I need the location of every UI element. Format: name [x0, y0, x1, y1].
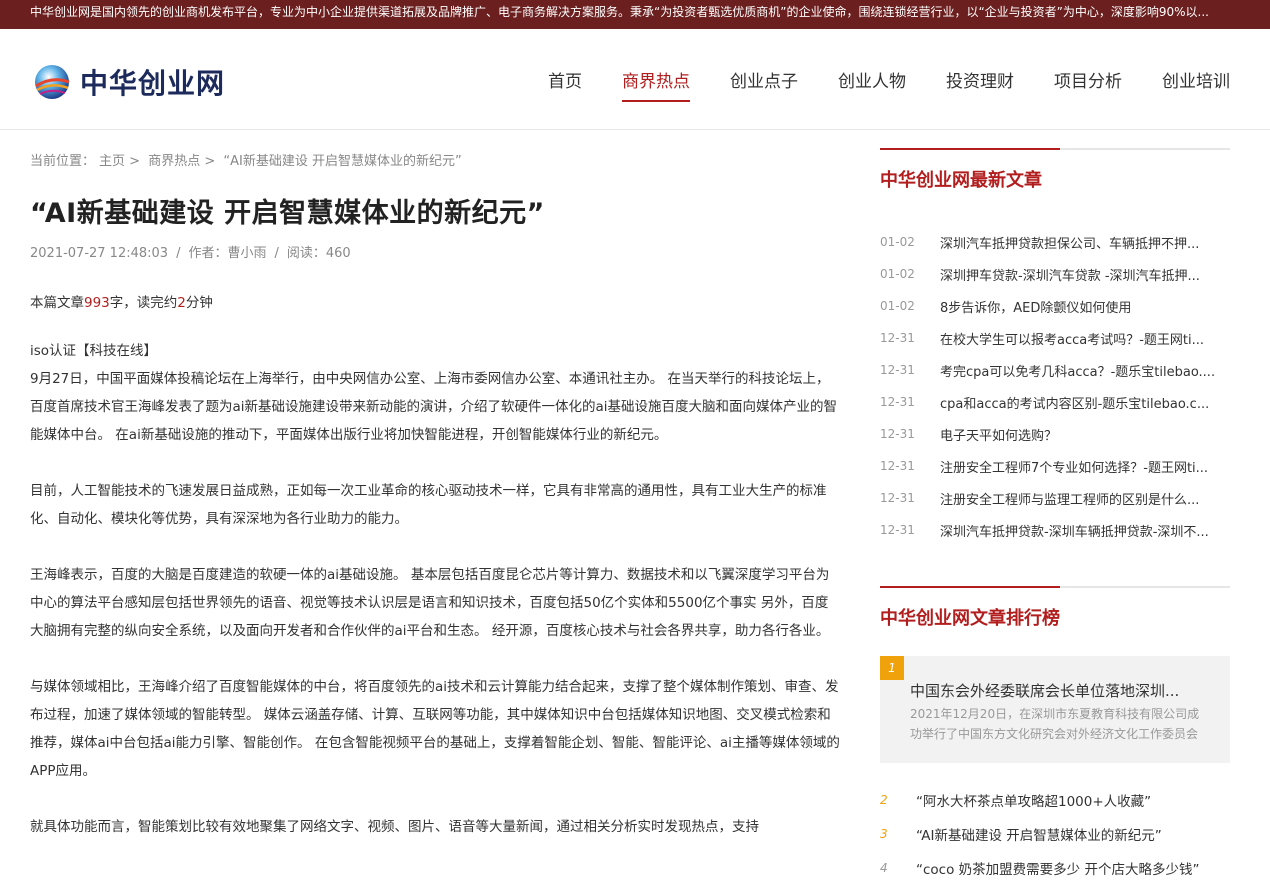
- list-item[interactable]: 12-31 cpa和acca的考试内容区别-题乐宝tilebao.c...: [880, 386, 1230, 418]
- article-reads: 阅读：460: [286, 246, 351, 261]
- article-paragraph: 与媒体领域相比，王海峰介绍了百度智能媒体的中台，将百度领先的ai技术和云计算能力…: [30, 679, 840, 779]
- breadcrumb: 当前位置： 主页 > 商界热点 > “AI新基础建设 开启智慧媒体业的新纪元”: [30, 150, 840, 169]
- item-title-link[interactable]: 考完cpa可以免考几科acca？-题乐宝tilebao....: [940, 361, 1230, 380]
- latest-articles-list: 01-02 深圳汽车抵押贷款担保公司、车辆抵押不押... 01-02 深圳押车贷款-…: [880, 226, 1230, 546]
- item-date: 12-31: [880, 395, 915, 409]
- list-item[interactable]: 12-31 考完cpa可以免考几科acca？-题乐宝tilebao....: [880, 354, 1230, 386]
- nav-item-project-analysis[interactable]: 项目分析: [1054, 67, 1122, 102]
- globe-logo-icon: [32, 62, 72, 102]
- item-date: 01-02: [880, 299, 915, 313]
- rank-section-title: 中华创业网文章排行榜: [880, 608, 1060, 629]
- article-paragraph: 目前，人工智能技术的飞速发展日益成熟，正如每一次工业革命的核心驱动技术一样，它具…: [30, 483, 827, 527]
- breadcrumb-section-link[interactable]: 商界热点: [148, 154, 200, 169]
- source-line: iso认证【科技在线】: [30, 343, 158, 359]
- article-author: 作者：曹小雨: [188, 246, 267, 261]
- rank-item[interactable]: 3 “AI新基础建设 开启智慧媒体业的新纪元”: [880, 817, 1230, 851]
- breadcrumb-separator: >: [200, 154, 220, 169]
- item-title-link[interactable]: 注册安全工程师7个专业如何选择？-题王网ti...: [940, 457, 1230, 476]
- item-title-link[interactable]: 深圳押车贷款-深圳汽车贷款 -深圳汽车抵押...: [940, 265, 1230, 284]
- site-header: 中华创业网 首页 商界热点 创业点子 创业人物 投资理财 项目分析 创业培训: [0, 29, 1270, 130]
- item-title-link[interactable]: 深圳汽车抵押贷款担保公司、车辆抵押不押...: [940, 233, 1230, 252]
- nav-item-home[interactable]: 首页: [548, 67, 582, 102]
- list-item[interactable]: 12-31 注册安全工程师7个专业如何选择？-题王网ti...: [880, 450, 1230, 482]
- list-item[interactable]: 12-31 深圳汽车抵押贷款-深圳车辆抵押贷款-深圳不...: [880, 514, 1230, 546]
- paragraph-text: 9月27日，中国平面媒体投稿论坛在上海举行，由中央网信办公室、上海市委网信办公室…: [30, 371, 838, 443]
- item-title-link[interactable]: 深圳汽车抵押贷款-深圳车辆抵押贷款-深圳不...: [940, 521, 1230, 540]
- latest-section-title: 中华创业网最新文章: [880, 170, 1042, 191]
- item-title-link[interactable]: 在校大学生可以报考acca考试吗？-题王网ti...: [940, 329, 1230, 348]
- site-logo[interactable]: 中华创业网: [32, 62, 225, 102]
- rank-number: 4: [880, 861, 888, 875]
- main-nav: 首页 商界热点 创业点子 创业人物 投资理财 项目分析 创业培训: [508, 67, 1230, 102]
- word-count: 993: [84, 295, 110, 311]
- article-body: iso认证【科技在线】 9月27日，中国平面媒体投稿论坛在上海举行，由中央网信办公…: [30, 337, 840, 841]
- breadcrumb-current: “AI新基础建设 开启智慧媒体业的新纪元”: [223, 154, 462, 169]
- rank-list: 2 “阿水大杯茶点单攻略超1000+人收藏” 3 “AI新基础建设 开启智慧媒体业的…: [880, 783, 1230, 885]
- article-main: 当前位置： 主页 > 商界热点 > “AI新基础建设 开启智慧媒体业的新纪元” “…: [30, 150, 840, 869]
- nav-item-training[interactable]: 创业培训: [1162, 67, 1230, 102]
- rank-title-link[interactable]: “coco 奶茶加盟费需要多少 开个店大略多少钱”: [916, 858, 1230, 878]
- rank-number: 3: [880, 827, 888, 841]
- article-paragraph: iso认证【科技在线】 9月27日，中国平面媒体投稿论坛在上海举行，由中央网信办公…: [30, 337, 840, 449]
- meta-separator: /: [274, 246, 279, 261]
- rank-section-header: 中华创业网文章排行榜: [880, 586, 1230, 630]
- item-date: 12-31: [880, 331, 915, 345]
- article-datetime: 2021-07-27 12:48:03: [30, 246, 169, 261]
- item-title-link[interactable]: 8步告诉你，AED除颤仪如何使用: [940, 297, 1230, 316]
- article-paragraph: 就具体功能而言，智能策划比较有效地聚集了网络文字、视频、图片、语音等大量新闻，通…: [30, 819, 759, 835]
- rank-item[interactable]: 4 “coco 奶茶加盟费需要多少 开个店大略多少钱”: [880, 851, 1230, 885]
- item-date: 12-31: [880, 427, 915, 441]
- nav-item-startup-people[interactable]: 创业人物: [838, 67, 906, 102]
- read-minutes: 2: [177, 295, 186, 311]
- announcement-text: 中华创业网是国内领先的创业商机发布平台，专业为中小企业提供渠道拓展及品牌推广、电…: [30, 5, 1209, 19]
- article-paragraph: 王海峰表示，百度的大脑是百度建造的软硬一体的ai基础设施。 基本层包括百度昆仑芯…: [30, 567, 830, 639]
- breadcrumb-home-link[interactable]: 主页: [99, 154, 125, 169]
- rank-number: 2: [880, 793, 888, 807]
- breadcrumb-separator: >: [125, 154, 145, 169]
- section-accent-line: [880, 586, 1060, 588]
- readinfo-post: 分钟: [185, 295, 213, 311]
- item-date: 12-31: [880, 459, 915, 473]
- item-date: 12-31: [880, 363, 915, 377]
- rank-top-title[interactable]: 中国东会外经委联席会长单位落地深圳...: [910, 680, 1210, 701]
- nav-item-investment[interactable]: 投资理财: [946, 67, 1014, 102]
- rank-item[interactable]: 2 “阿水大杯茶点单攻略超1000+人收藏”: [880, 783, 1230, 817]
- latest-section-header: 中华创业网最新文章: [880, 148, 1230, 192]
- sidebar: 中华创业网最新文章 01-02 深圳汽车抵押贷款担保公司、车辆抵押不押... 01…: [880, 148, 1230, 885]
- list-item[interactable]: 01-02 深圳押车贷款-深圳汽车贷款 -深圳汽车抵押...: [880, 258, 1230, 290]
- list-item[interactable]: 01-02 深圳汽车抵押贷款担保公司、车辆抵押不押...: [880, 226, 1230, 258]
- article-meta: 2021-07-27 12:48:03 / 作者：曹小雨 / 阅读：460: [30, 242, 840, 261]
- logo-text: 中华创业网: [80, 67, 226, 100]
- meta-separator: /: [176, 246, 181, 261]
- rank-top-card[interactable]: 1 中国东会外经委联席会长单位落地深圳... 2021年12月20日，在深圳市东…: [880, 656, 1230, 763]
- rank-title-link[interactable]: “阿水大杯茶点单攻略超1000+人收藏”: [916, 790, 1230, 810]
- list-item[interactable]: 12-31 注册安全工程师与监理工程师的区别是什么...: [880, 482, 1230, 514]
- list-item[interactable]: 01-02 8步告诉你，AED除颤仪如何使用: [880, 290, 1230, 322]
- readinfo-pre: 本篇文章: [30, 295, 84, 311]
- item-date: 01-02: [880, 235, 915, 249]
- item-date: 12-31: [880, 523, 915, 537]
- list-item[interactable]: 12-31 在校大学生可以报考acca考试吗？-题王网ti...: [880, 322, 1230, 354]
- top-announcement-bar: 中华创业网是国内领先的创业商机发布平台，专业为中小企业提供渠道拓展及品牌推广、电…: [0, 0, 1270, 29]
- rank-badge: 1: [880, 656, 904, 680]
- item-date: 12-31: [880, 491, 915, 505]
- readinfo-mid: 字，读完约: [109, 295, 178, 311]
- breadcrumb-prefix: 当前位置：: [30, 154, 96, 169]
- rank-top-description: 2021年12月20日，在深圳市东夏教育科技有限公司成功举行了中国东方文化研究会…: [910, 707, 1200, 741]
- nav-item-business-hot[interactable]: 商界热点: [622, 67, 690, 102]
- nav-item-startup-ideas[interactable]: 创业点子: [730, 67, 798, 102]
- item-title-link[interactable]: 电子天平如何选购？: [940, 425, 1230, 444]
- rank-title-link[interactable]: “AI新基础建设 开启智慧媒体业的新纪元”: [916, 824, 1230, 844]
- section-accent-line: [880, 148, 1060, 150]
- item-title-link[interactable]: cpa和acca的考试内容区别-题乐宝tilebao.c...: [940, 393, 1230, 412]
- item-date: 01-02: [880, 267, 915, 281]
- reading-info: 本篇文章993字，读完约2分钟: [30, 291, 840, 311]
- list-item[interactable]: 12-31 电子天平如何选购？: [880, 418, 1230, 450]
- item-title-link[interactable]: 注册安全工程师与监理工程师的区别是什么...: [940, 489, 1230, 508]
- article-title: “AI新基础建设 开启智慧媒体业的新纪元”: [30, 198, 545, 229]
